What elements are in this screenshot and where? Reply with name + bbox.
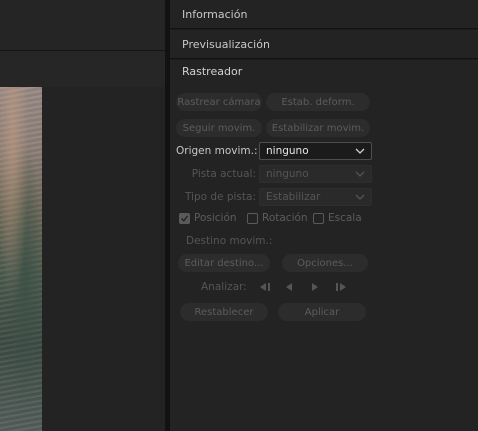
rotation-label: Rotación (262, 212, 308, 224)
track-type-select[interactable]: Estabilizar (259, 188, 372, 206)
chevron-down-icon (355, 148, 365, 154)
info-panel-title: Información (182, 7, 248, 21)
position-label: Posición (194, 212, 237, 224)
info-panel-header[interactable]: Información (170, 0, 478, 29)
analyze-label: Analizar: (201, 281, 247, 293)
preview-panel-title: Previsualización (182, 37, 270, 51)
rotation-checkbox-row[interactable]: Rotación (247, 212, 308, 224)
analyze-backward-icon[interactable] (284, 282, 294, 292)
warp-stabilizer-button[interactable]: Estab. deform. (266, 93, 370, 111)
track-camera-button[interactable]: Rastrear cámara (176, 93, 262, 111)
checkmark-icon (181, 215, 189, 222)
tracker-panel-title[interactable]: Rastreador (182, 65, 242, 78)
composition-toolbar (0, 51, 165, 87)
analyze-one-frame-forward-icon[interactable] (334, 282, 348, 292)
rotation-checkbox[interactable] (247, 212, 258, 224)
analyze-one-frame-backward-icon[interactable] (258, 282, 272, 292)
current-track-value: ninguno (266, 168, 309, 180)
scale-checkbox[interactable] (313, 212, 324, 224)
chevron-down-icon (355, 194, 365, 200)
position-checkbox[interactable] (179, 212, 190, 224)
current-track-label: Pista actual: (191, 168, 256, 180)
preview-panel-header[interactable]: Previsualización (170, 30, 478, 59)
reset-button[interactable]: Restablecer (180, 303, 268, 321)
options-button[interactable]: Opciones... (282, 254, 368, 272)
composition-panel (0, 0, 165, 431)
track-motion-button[interactable]: Seguir movim. (176, 119, 262, 137)
apply-button[interactable]: Aplicar (278, 303, 366, 321)
current-track-select[interactable]: ninguno (259, 165, 372, 183)
track-type-value: Estabilizar (266, 191, 321, 203)
motion-target-label: Destino movim.: (186, 235, 273, 247)
tracker-panel: Rastreador Rastrear cámara Estab. deform… (170, 60, 478, 431)
composition-header (0, 0, 165, 51)
stabilize-motion-button[interactable]: Estabilizar movim. (266, 119, 370, 137)
scale-label: Escala (328, 212, 362, 224)
edit-target-button[interactable]: Editar destino... (178, 254, 270, 272)
chevron-down-icon (355, 171, 365, 177)
analyze-forward-icon[interactable] (310, 282, 320, 292)
track-type-label: Tipo de pista: (184, 191, 256, 203)
motion-source-select[interactable]: ninguno (259, 142, 372, 160)
motion-source-label: Origen movim.: (176, 145, 258, 157)
viewer-footage-image (0, 87, 42, 431)
scale-checkbox-row[interactable]: Escala (313, 212, 362, 224)
motion-source-value: ninguno (266, 145, 309, 157)
position-checkbox-row[interactable]: Posición (179, 212, 237, 224)
